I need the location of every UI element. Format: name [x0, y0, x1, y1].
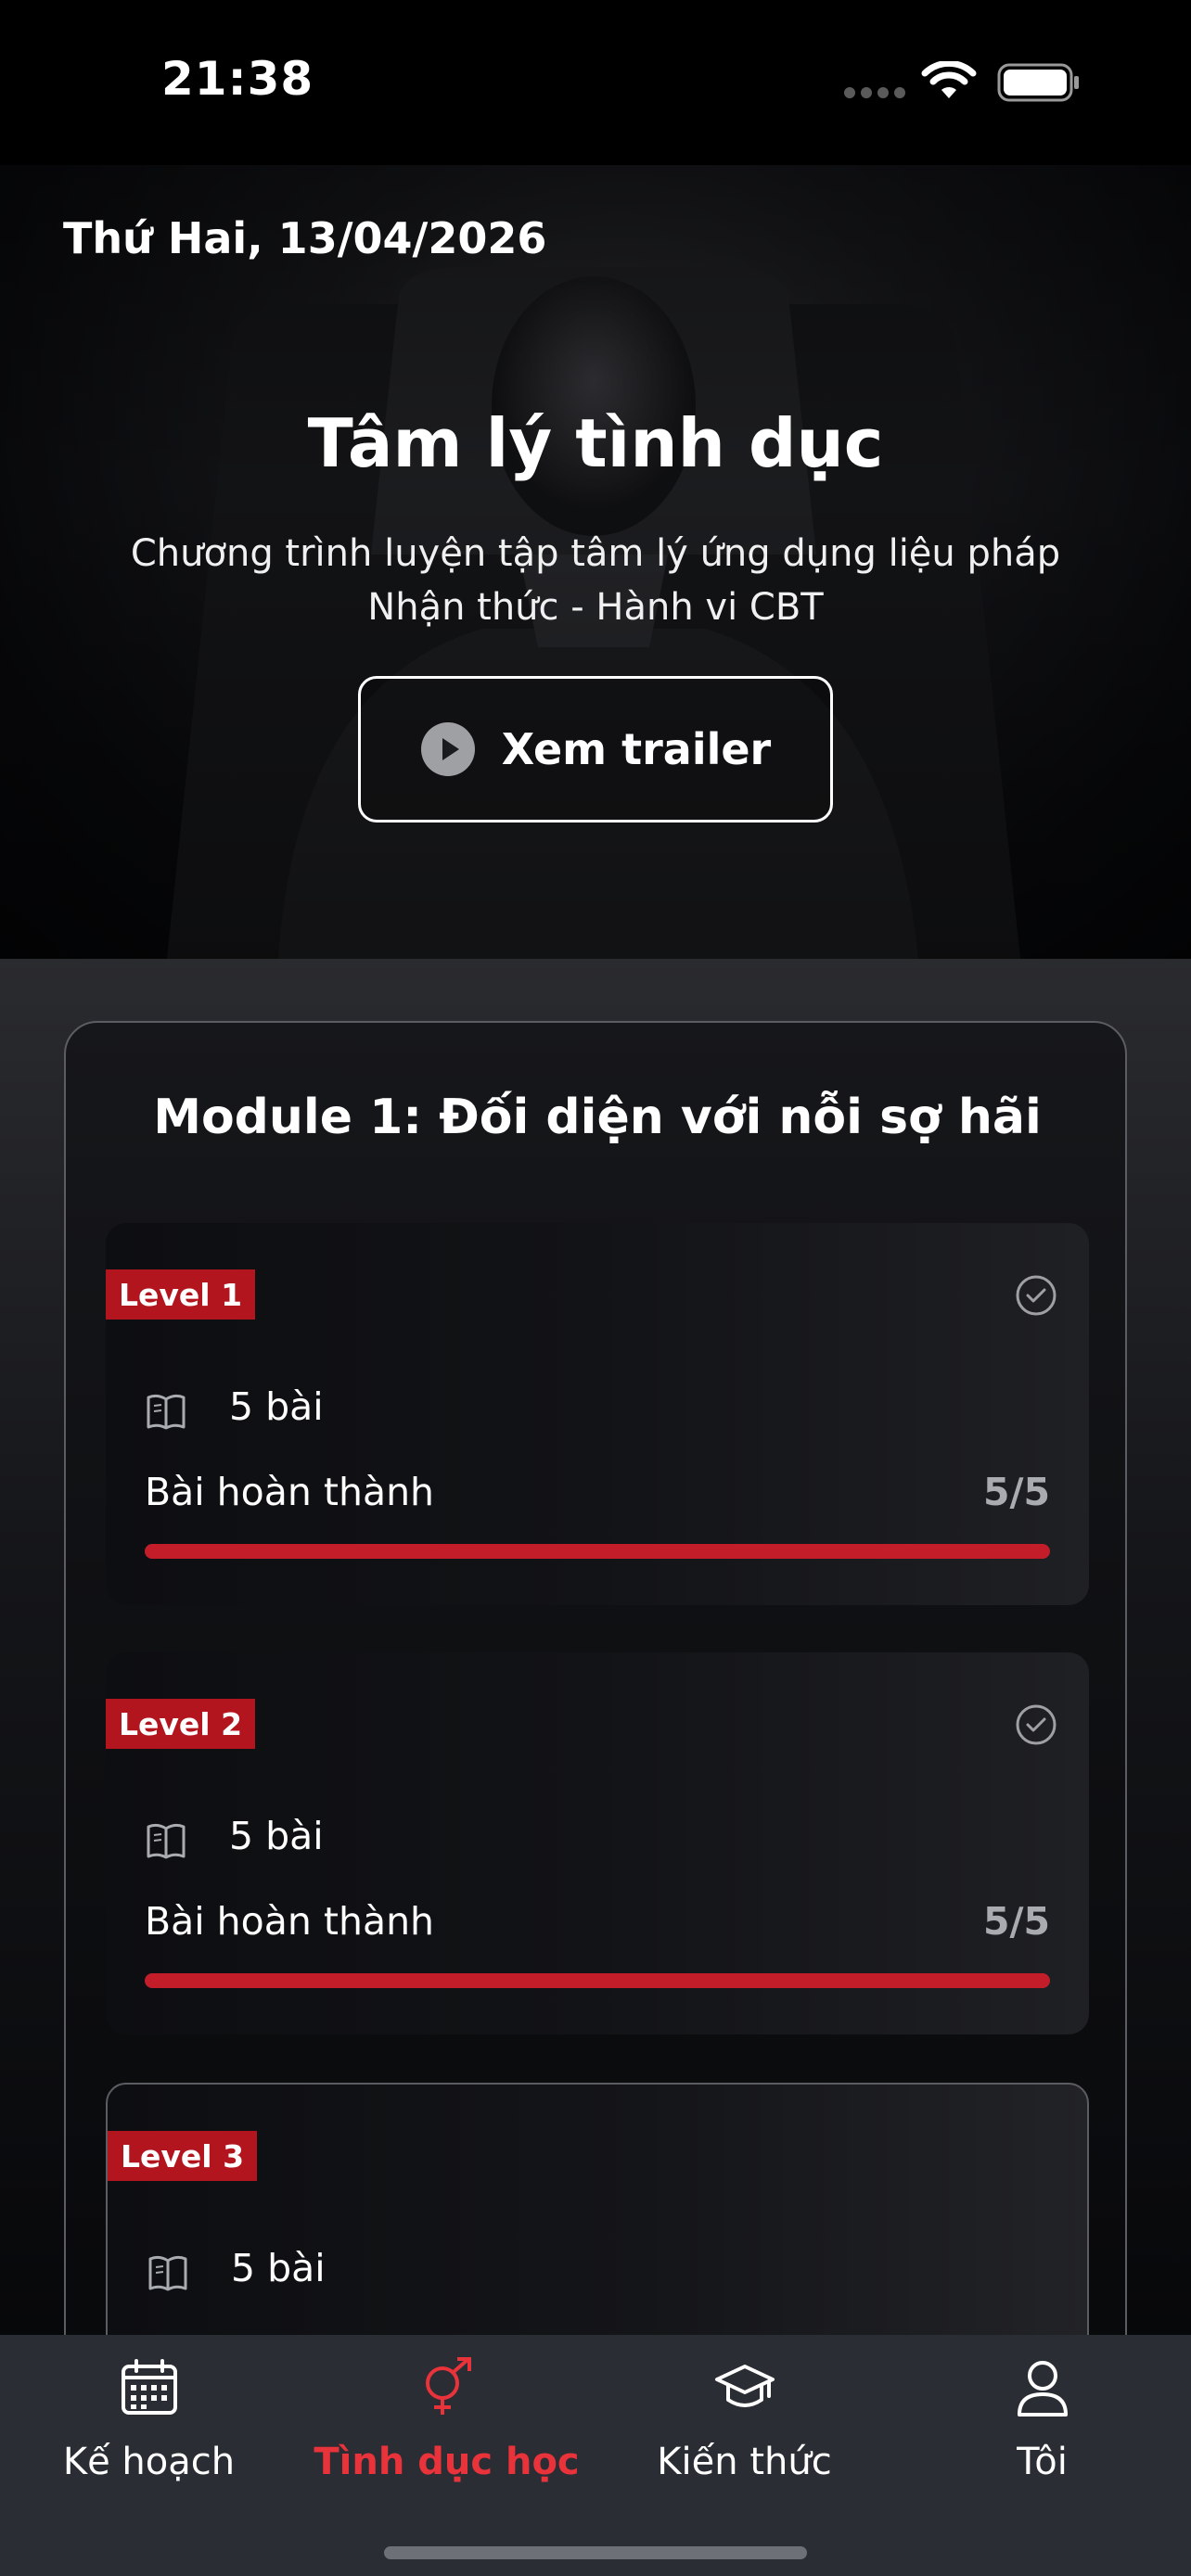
level-card-2[interactable]: Level 2 5 bài Bài hoàn thành 5/5 — [106, 1652, 1089, 2034]
tab-sexology[interactable]: Tình dục học — [298, 2335, 596, 2520]
lesson-count: 5 bài — [231, 2246, 326, 2290]
hero-banner: Thứ Hai, 13/04/2026 Tâm lý tình dục Chươ… — [0, 165, 1191, 959]
level-badge: Level 1 — [106, 1269, 256, 1320]
module-title: Module 1: Đối diện với nỗi sợ hãi — [153, 1090, 1042, 1145]
home-indicator — [384, 2546, 807, 2559]
status-bar: 21:38 — [0, 0, 1191, 165]
completed-lessons-label: Bài hoàn thành — [145, 1899, 435, 1944]
completed-lessons-count: 5/5 — [982, 1899, 1050, 1944]
play-icon — [420, 722, 475, 776]
progress-bar — [145, 1973, 1050, 1988]
gender-icon — [425, 2357, 471, 2415]
level-badge: Level 3 — [108, 2131, 258, 2181]
cellular-signal-icon — [844, 87, 905, 98]
trailer-button-label: Xem trailer — [501, 724, 772, 774]
program-title: Tâm lý tình dục — [307, 404, 884, 482]
bottom-tab-bar: Kế hoạch Tình dục học Kiến thức Tôi — [0, 2335, 1191, 2576]
battery-icon — [997, 63, 1079, 102]
tab-knowledge[interactable]: Kiến thức — [596, 2335, 893, 2520]
tab-label: Tình dục học — [314, 2441, 580, 2483]
tab-label: Kế hoạch — [62, 2441, 236, 2483]
progress-fill — [145, 1973, 1050, 1988]
user-icon — [1017, 2361, 1068, 2417]
completed-lessons-label: Bài hoàn thành — [145, 1470, 435, 1514]
book-icon — [147, 1823, 186, 1859]
wifi-icon — [921, 61, 977, 98]
tab-plan[interactable]: Kế hoạch — [0, 2335, 298, 2520]
watch-trailer-button[interactable]: Xem trailer — [358, 676, 833, 823]
book-icon — [147, 1394, 186, 1430]
check-circle-icon — [1016, 1275, 1057, 1316]
level-badge: Level 2 — [106, 1699, 256, 1749]
tab-label: Kiến thức — [657, 2441, 832, 2483]
module-card: Module 1: Đối diện với nỗi sợ hãi Level … — [64, 1021, 1127, 2465]
level-card-1[interactable]: Level 1 5 bài Bài hoàn thành 5/5 — [106, 1223, 1089, 1605]
progress-bar — [145, 1544, 1050, 1559]
lesson-count: 5 bài — [229, 1384, 324, 1429]
calendar-icon — [121, 2359, 177, 2415]
book-icon — [148, 2255, 187, 2291]
program-subtitle: Chương trình luyện tập tâm lý ứng dụng l… — [130, 532, 1061, 629]
tab-label: Tôi — [1017, 2441, 1068, 2483]
status-time: 21:38 — [161, 52, 314, 106]
completed-lessons-count: 5/5 — [982, 1470, 1050, 1514]
check-circle-icon — [1016, 1704, 1057, 1745]
lesson-count: 5 bài — [229, 1814, 324, 1858]
tab-me[interactable]: Tôi — [893, 2335, 1191, 2520]
graduation-cap-icon — [714, 2365, 775, 2407]
progress-fill — [145, 1544, 1050, 1559]
current-date: Thứ Hai, 13/04/2026 — [63, 213, 547, 263]
